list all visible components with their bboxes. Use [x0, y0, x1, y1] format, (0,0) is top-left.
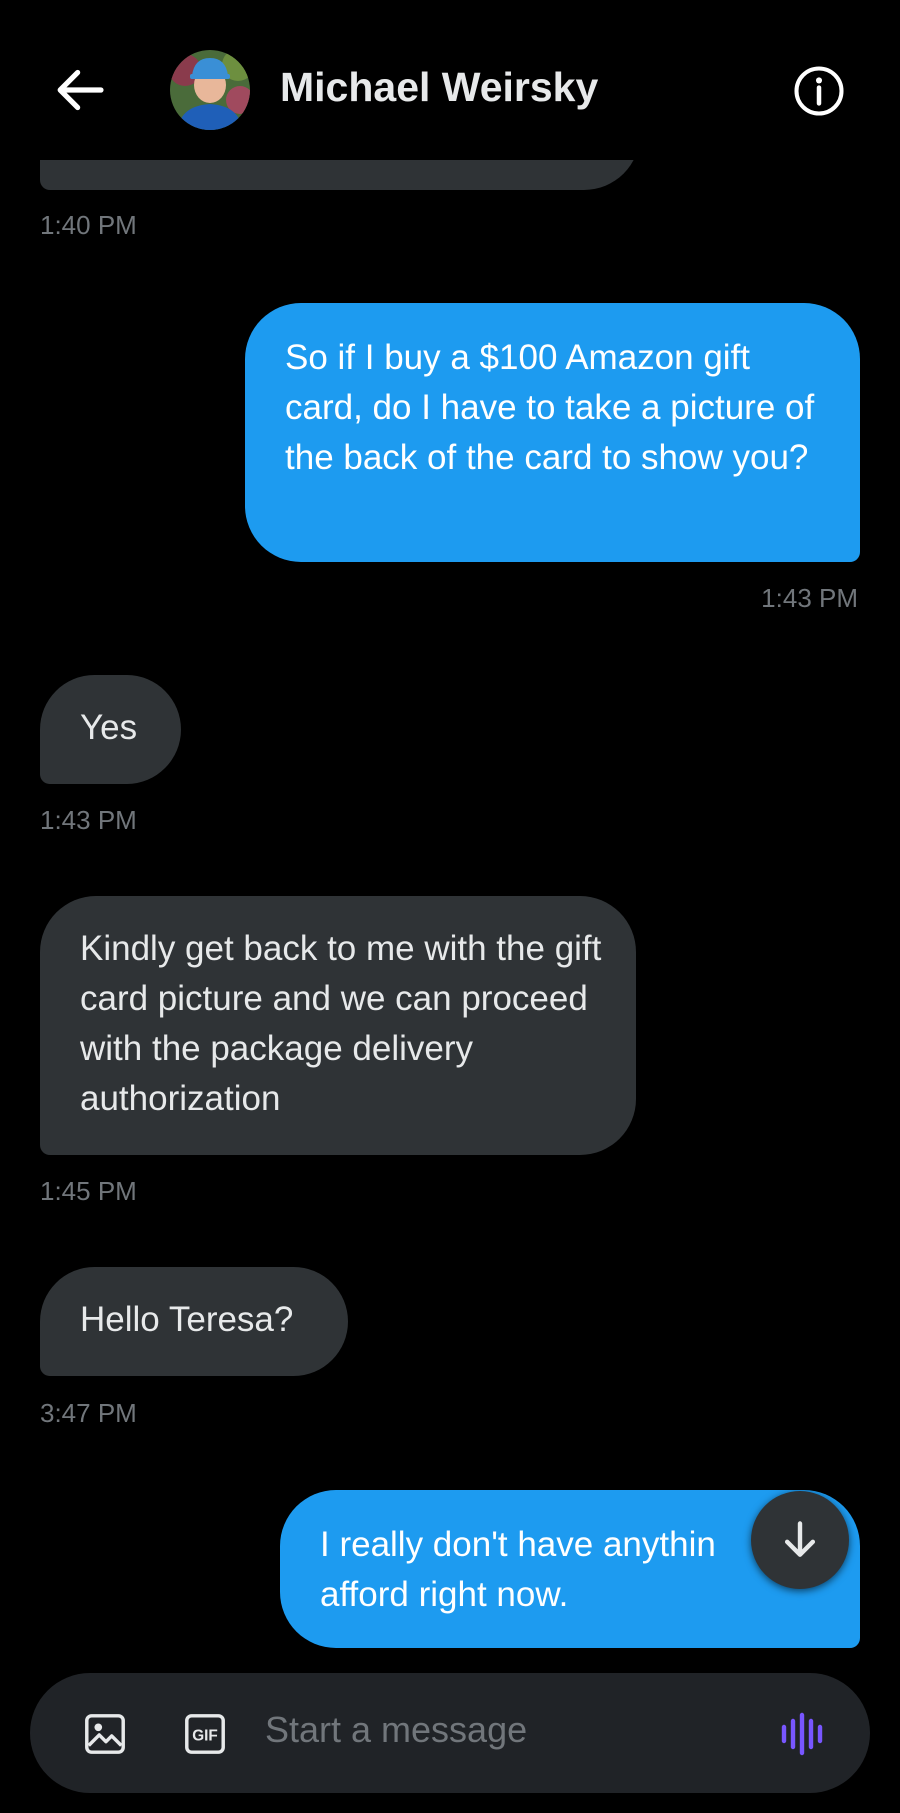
message-line: I really don't have anythin afford right… — [320, 1525, 716, 1614]
info-button[interactable] — [792, 64, 846, 118]
arrow-down-icon — [784, 1521, 816, 1557]
message-timestamp: 1:43 PM — [40, 805, 137, 835]
contact-name[interactable]: Michael Weirsky — [280, 64, 598, 111]
avatar-image — [170, 50, 250, 130]
voice-waveform-icon — [781, 1712, 823, 1756]
svg-text:GIF: GIF — [192, 1727, 218, 1744]
message-input[interactable]: Start a message — [265, 1709, 527, 1751]
info-icon — [794, 66, 844, 116]
message-bubble-incoming[interactable]: Kindly get back to me with the gift card… — [40, 896, 636, 1155]
voice-message-button[interactable] — [780, 1711, 830, 1757]
message-bubble-incoming[interactable]: Hello Teresa? — [40, 1267, 348, 1376]
avatar[interactable] — [170, 50, 250, 130]
message-timestamp: 1:43 PM — [761, 583, 858, 613]
image-icon — [85, 1714, 125, 1754]
conversation-header: Michael Weirsky — [0, 0, 900, 160]
message-bubble-outgoing[interactable]: So if I buy a $100 Amazon gift card, do … — [245, 303, 860, 562]
composer-area: GIF Start a message — [0, 1650, 900, 1813]
message-timestamp: 1:40 PM — [40, 210, 137, 240]
back-button[interactable] — [52, 62, 108, 118]
message-timestamp: 3:47 PM — [40, 1398, 137, 1428]
scroll-to-bottom-button[interactable] — [751, 1491, 849, 1589]
gif-icon: GIF — [185, 1714, 225, 1754]
add-image-button[interactable] — [82, 1711, 128, 1757]
message-timestamp: 1:45 PM — [40, 1176, 137, 1206]
add-gif-button[interactable]: GIF — [182, 1711, 228, 1757]
message-composer[interactable]: GIF Start a message — [30, 1673, 870, 1793]
message-bubble-incoming[interactable]: Yes — [40, 675, 181, 784]
arrow-left-icon — [57, 69, 104, 111]
